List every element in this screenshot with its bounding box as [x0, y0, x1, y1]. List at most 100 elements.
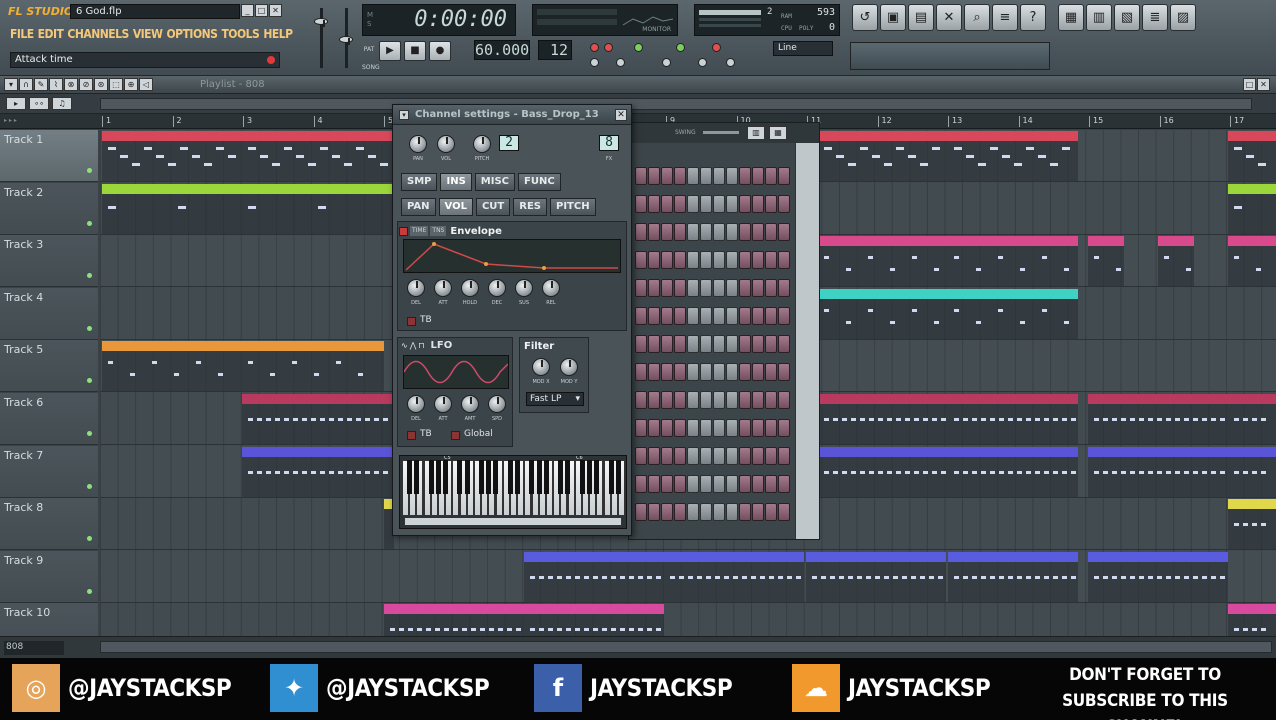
black-key[interactable] [615, 460, 621, 494]
step-button[interactable] [635, 419, 647, 437]
step-button[interactable] [700, 195, 712, 213]
pattern-clip[interactable]: ⊓ Snare #2 [1088, 446, 1228, 497]
step-button[interactable] [739, 335, 751, 353]
step-button[interactable] [726, 363, 738, 381]
step-button[interactable] [635, 279, 647, 297]
pattern-clip[interactable]: ⊓ Snare #2 [1228, 446, 1276, 497]
stop-button[interactable]: ■ [404, 41, 426, 61]
step-button[interactable] [700, 363, 712, 381]
fx-track-display[interactable]: 8 [599, 135, 619, 151]
step-button[interactable] [635, 391, 647, 409]
lfo-triangle-icon[interactable]: ⋀ [410, 341, 417, 350]
step-button[interactable] [752, 447, 764, 465]
step-button[interactable] [700, 335, 712, 353]
env-tempo-sync-toggle[interactable] [407, 317, 416, 326]
pattern-clip[interactable]: ⊓ Bells [242, 341, 384, 392]
step-button[interactable] [726, 503, 738, 521]
step-button[interactable] [674, 307, 686, 325]
step-button[interactable] [687, 447, 699, 465]
black-key[interactable] [435, 460, 441, 494]
step-button[interactable] [752, 335, 764, 353]
menu-tools[interactable]: TOOLS [221, 27, 259, 41]
select-icon[interactable]: ⬚ [109, 78, 123, 91]
pencil-icon[interactable]: ✎ [34, 78, 48, 91]
step-button[interactable] [687, 251, 699, 269]
pattern-clip[interactable]: ⊓ Snare #2 [818, 446, 948, 497]
playlist-menu-icon[interactable]: ▾ [4, 78, 18, 91]
help-icon[interactable]: ? [1020, 4, 1046, 31]
step-button[interactable] [726, 195, 738, 213]
step-button[interactable] [648, 363, 660, 381]
step-button[interactable] [765, 251, 777, 269]
step-button[interactable] [661, 195, 673, 213]
black-key[interactable] [414, 460, 420, 494]
step-button[interactable] [674, 251, 686, 269]
black-key[interactable] [558, 460, 564, 494]
step-button[interactable] [778, 251, 790, 269]
pattern-clip[interactable]: ⊓ Choir [818, 288, 948, 339]
playlist-bottom-scrollbar[interactable] [100, 641, 1272, 653]
step-button[interactable] [752, 251, 764, 269]
playlist-view-icon[interactable]: ▦ [1058, 4, 1084, 31]
pattern-clip[interactable]: ⊓ Lead [242, 183, 392, 234]
black-key[interactable] [515, 460, 520, 494]
pattern-clip[interactable] [1228, 604, 1276, 636]
step-button[interactable] [674, 279, 686, 297]
step-button[interactable] [752, 279, 764, 297]
step-button[interactable] [778, 391, 790, 409]
step-button[interactable] [713, 251, 725, 269]
step-button[interactable] [752, 307, 764, 325]
step-button[interactable] [661, 391, 673, 409]
step-button[interactable] [700, 307, 712, 325]
step-button[interactable] [739, 363, 751, 381]
pattern-clip[interactable]: ⊓ Ahh Vocals [1158, 236, 1194, 287]
graph-editor-icon[interactable]: ▥ [747, 126, 765, 140]
track-header-7[interactable]: Track 7 [0, 445, 98, 498]
step-button[interactable] [635, 503, 647, 521]
zoom-icon[interactable]: ⊕ [124, 78, 138, 91]
step-button[interactable] [687, 475, 699, 493]
step-button[interactable] [713, 167, 725, 185]
tab-ins[interactable]: INS [440, 173, 472, 191]
step-button[interactable] [713, 475, 725, 493]
step-button[interactable] [648, 335, 660, 353]
black-key[interactable] [608, 460, 614, 494]
step-button[interactable] [739, 167, 751, 185]
pattern-clip[interactable]: ⊓ Snare #1 [818, 394, 948, 444]
step-button[interactable] [700, 419, 712, 437]
step-button[interactable] [765, 223, 777, 241]
step-button[interactable] [635, 251, 647, 269]
pattern-clip[interactable]: ⊓ Snare #1 [1088, 394, 1228, 444]
preset-browser-box[interactable] [850, 42, 1050, 70]
step-button[interactable] [726, 391, 738, 409]
step-button[interactable] [635, 307, 647, 325]
brush-icon[interactable]: ⌇ [49, 78, 63, 91]
step-button[interactable] [778, 279, 790, 297]
channel-menu-icon[interactable]: ▾ [399, 110, 409, 120]
track-header-1[interactable]: Track 1 [0, 130, 98, 182]
step-button[interactable] [648, 307, 660, 325]
step-button[interactable] [739, 251, 751, 269]
pattern-clip[interactable]: ⊓ Strings [948, 131, 1078, 181]
track-led-icon[interactable] [87, 378, 92, 384]
step-button[interactable] [778, 195, 790, 213]
step-button[interactable] [739, 447, 751, 465]
step-button[interactable] [674, 475, 686, 493]
black-key[interactable] [457, 460, 463, 494]
track-led-icon[interactable] [87, 483, 92, 489]
black-key[interactable] [594, 460, 600, 494]
step-button[interactable] [674, 223, 686, 241]
step-button[interactable] [661, 503, 673, 521]
step-button[interactable] [726, 223, 738, 241]
track-led-icon[interactable] [87, 325, 92, 331]
step-button[interactable] [778, 167, 790, 185]
lfo-tempo-sync-toggle[interactable] [407, 431, 416, 440]
tab-pan[interactable]: PAN [401, 198, 436, 216]
pattern-clip[interactable]: ⊓ Snare #1 [1228, 394, 1276, 444]
root-note-keyboard[interactable]: C5 C6 [399, 455, 627, 529]
pattern-clip[interactable]: ⊓ Kick 2 [806, 551, 946, 602]
dec-knob[interactable] [488, 279, 506, 297]
pattern-clip[interactable]: ⊓ Snare #1 [948, 394, 1078, 444]
step-button[interactable] [713, 503, 725, 521]
step-button[interactable] [778, 223, 790, 241]
